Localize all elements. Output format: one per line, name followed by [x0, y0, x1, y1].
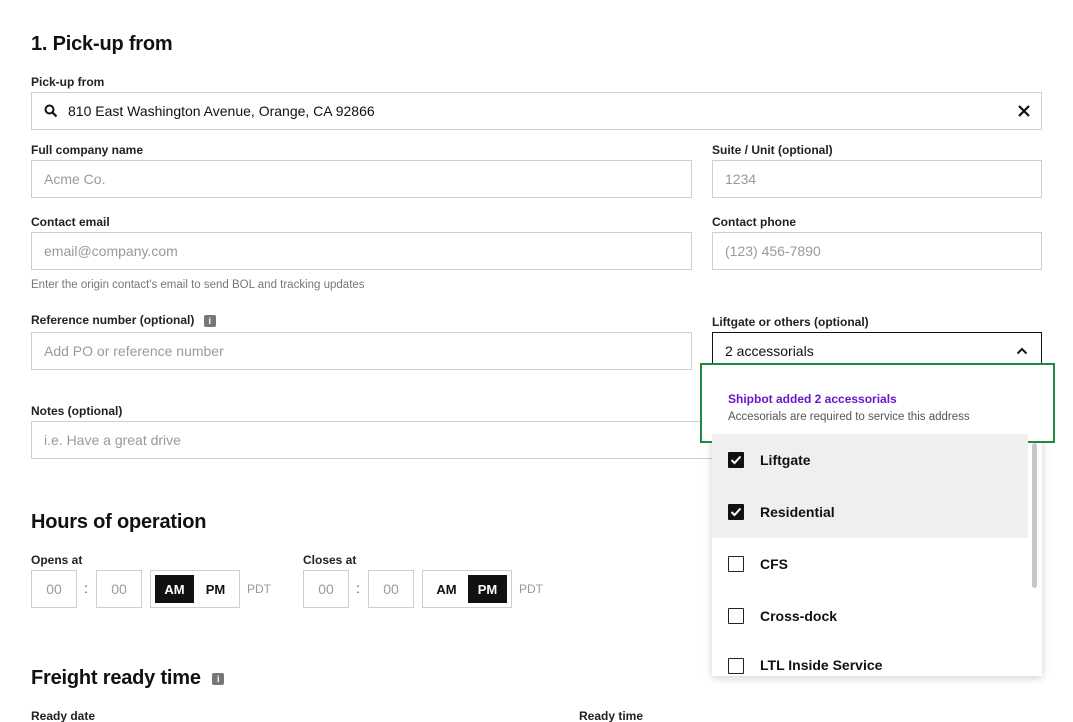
suite-placeholder: 1234 — [725, 171, 757, 187]
option-residential[interactable]: Residential — [712, 486, 1028, 538]
opens-timezone: PDT — [247, 582, 271, 596]
reference-placeholder: Add PO or reference number — [44, 343, 224, 359]
company-placeholder: Acme Co. — [44, 171, 106, 187]
suite-input[interactable]: 1234 — [712, 160, 1042, 198]
opens-minute-input[interactable]: 00 — [96, 570, 142, 608]
option-label: LTL Inside Service — [760, 657, 883, 673]
freight-title: Freight ready time i — [31, 667, 225, 690]
opens-hour-input[interactable]: 00 — [31, 570, 77, 608]
opens-pm-button[interactable]: PM — [196, 575, 235, 603]
email-input[interactable]: email@company.com — [31, 232, 692, 270]
pickup-label: Pick-up from — [31, 75, 105, 89]
reference-label: Reference number (optional) i — [31, 313, 216, 327]
phone-input[interactable]: (123) 456-7890 — [712, 232, 1042, 270]
shipbot-banner: Shipbot added 2 accessorials Accesorials… — [700, 363, 1055, 443]
email-helper-text: Enter the origin contact's email to send… — [31, 279, 365, 291]
closes-hour-input[interactable]: 00 — [303, 570, 349, 608]
closes-minute-input[interactable]: 00 — [368, 570, 414, 608]
liftgate-select-value: 2 accessorials — [725, 343, 814, 359]
option-label: CFS — [760, 556, 788, 572]
opens-am-button[interactable]: AM — [155, 575, 194, 603]
banner-title: Shipbot added 2 accessorials — [728, 392, 897, 406]
phone-label: Contact phone — [712, 215, 796, 229]
email-label: Contact email — [31, 215, 110, 229]
pickup-address-input[interactable]: 810 East Washington Avenue, Orange, CA 9… — [31, 92, 1042, 130]
info-icon[interactable]: i — [212, 673, 225, 685]
opens-at-label: Opens at — [31, 553, 83, 567]
info-icon[interactable]: i — [203, 314, 216, 327]
section-title: 1. Pick-up from — [31, 33, 173, 55]
option-ltl-inside-service[interactable]: LTL Inside Service — [712, 642, 1028, 676]
hours-title: Hours of operation — [31, 511, 207, 533]
opens-ampm-toggle: AM PM — [150, 570, 240, 608]
company-label: Full company name — [31, 143, 144, 157]
closes-am-button[interactable]: AM — [427, 575, 466, 603]
reference-input[interactable]: Add PO or reference number — [31, 332, 692, 370]
suite-label: Suite / Unit (optional) — [712, 143, 833, 157]
company-name-input[interactable]: Acme Co. — [31, 160, 692, 198]
banner-text: Accesorials are required to service this… — [728, 411, 970, 423]
search-icon — [44, 104, 58, 118]
notes-label: Notes (optional) — [31, 404, 123, 418]
time-colon: : — [356, 580, 360, 596]
checkbox-icon[interactable] — [728, 658, 744, 674]
reference-label-text: Reference number (optional) — [31, 313, 195, 327]
time-colon: : — [84, 580, 88, 596]
email-placeholder: email@company.com — [44, 243, 178, 259]
option-liftgate[interactable]: Liftgate — [712, 434, 1028, 486]
notes-input[interactable]: i.e. Have a great drive — [31, 421, 731, 459]
dropdown-scrollbar[interactable] — [1032, 443, 1037, 588]
checkbox-icon[interactable] — [728, 608, 744, 624]
option-cfs[interactable]: CFS — [712, 538, 1028, 590]
closes-timezone: PDT — [519, 582, 543, 596]
liftgate-label: Liftgate or others (optional) — [712, 315, 869, 329]
option-label: Liftgate — [760, 452, 811, 468]
notes-placeholder: i.e. Have a great drive — [44, 432, 181, 448]
ready-date-label: Ready date — [31, 709, 96, 722]
chevron-up-icon — [1016, 347, 1028, 355]
closes-ampm-toggle: AM PM — [422, 570, 512, 608]
checkbox-icon[interactable] — [728, 556, 744, 572]
option-cross-dock[interactable]: Cross-dock — [712, 590, 1028, 642]
option-label: Cross-dock — [760, 608, 838, 624]
freight-title-text: Freight ready time — [31, 667, 201, 689]
checkbox-checked-icon[interactable] — [728, 504, 744, 520]
option-label: Residential — [760, 504, 835, 520]
ready-time-label: Ready time — [579, 709, 644, 722]
pickup-address-value: 810 East Washington Avenue, Orange, CA 9… — [68, 103, 375, 119]
closes-at-label: Closes at — [303, 553, 357, 567]
checkbox-checked-icon[interactable] — [728, 452, 744, 468]
closes-pm-button[interactable]: PM — [468, 575, 507, 603]
phone-placeholder: (123) 456-7890 — [725, 243, 821, 259]
clear-icon[interactable] — [1018, 105, 1030, 117]
